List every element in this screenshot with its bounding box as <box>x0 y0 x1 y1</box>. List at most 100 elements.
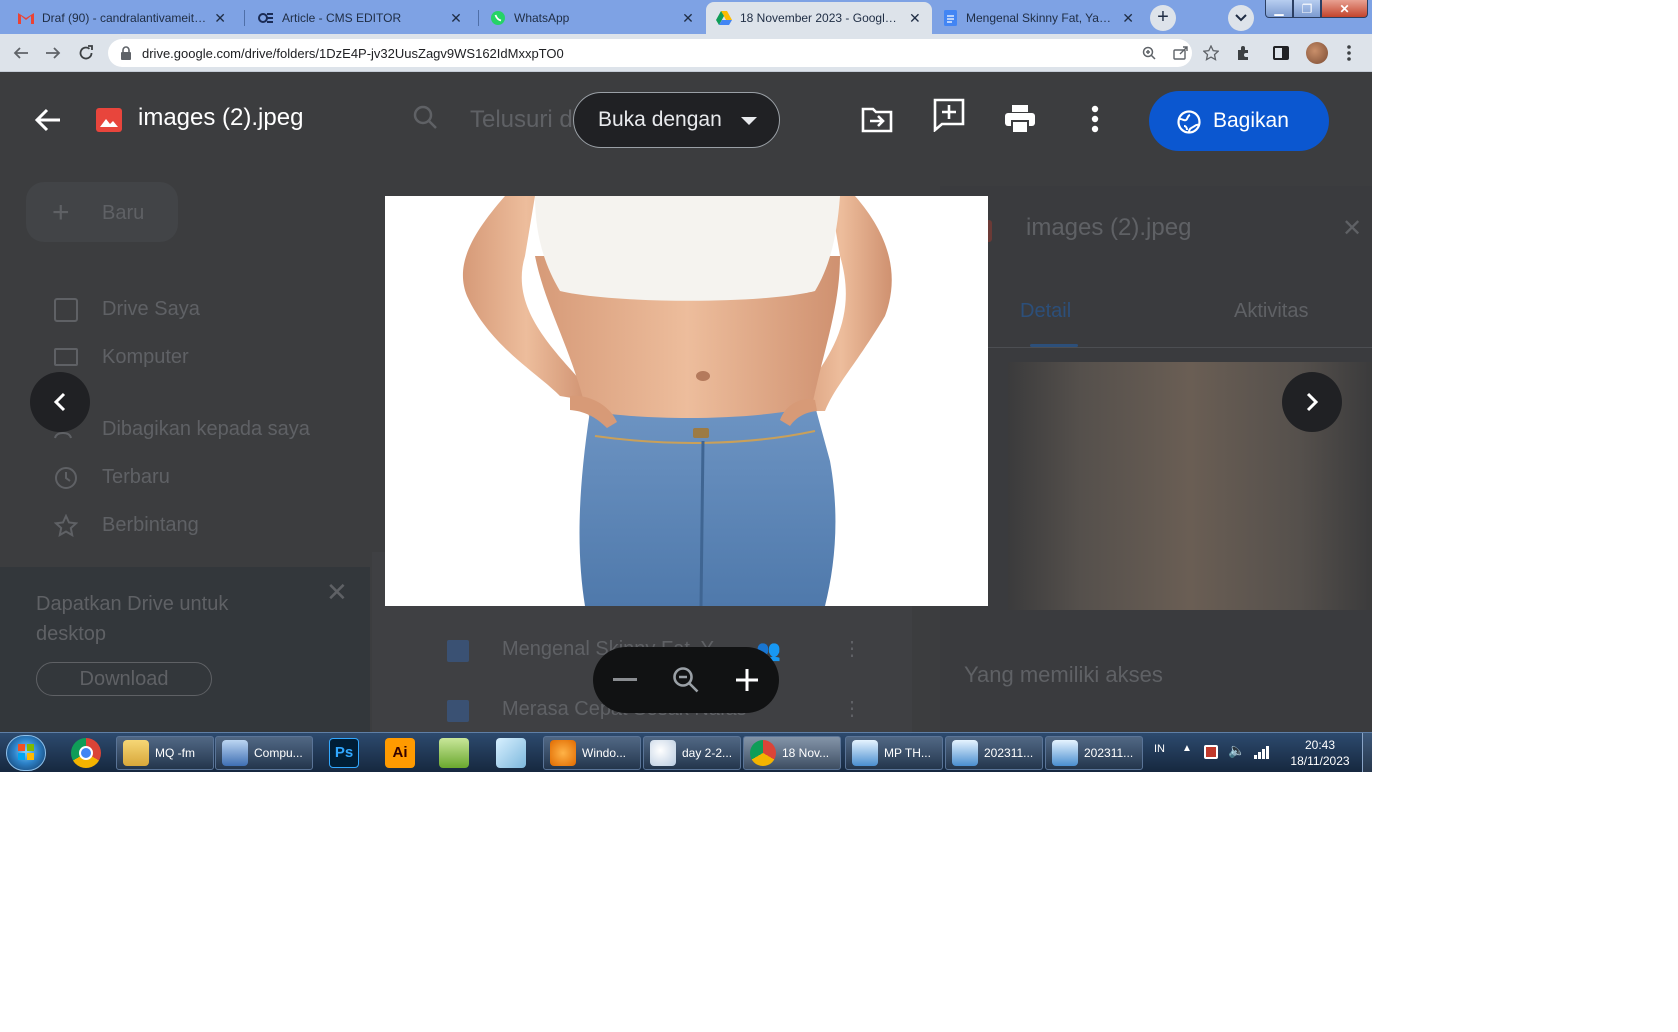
taskbar-button-explorer[interactable]: MQ -fm <box>116 736 214 770</box>
share-page-icon[interactable] <box>1173 45 1189 61</box>
system-clock[interactable]: 20:43 18/11/2023 <box>1280 737 1360 769</box>
move-to-folder-button[interactable] <box>860 102 894 136</box>
whatsapp-icon <box>490 10 506 26</box>
next-file-button[interactable] <box>1282 372 1342 432</box>
taskbar-button-photo-viewer[interactable]: 202311... <box>1045 736 1143 770</box>
start-button[interactable] <box>6 735 46 771</box>
tray-expand-icon[interactable]: ▲ <box>1182 743 1192 754</box>
preview-image <box>385 196 988 606</box>
tab-title: Article - CMS EDITOR <box>282 11 402 25</box>
chevron-right-icon <box>1306 392 1319 412</box>
close-icon[interactable]: ✕ <box>214 10 226 27</box>
taskbar-label: 202311... <box>1084 746 1134 760</box>
tab-google-docs[interactable]: Mengenal Skinny Fat, Yang Dapat Terjadi … <box>932 2 1144 34</box>
plus-icon <box>736 669 758 691</box>
nav-computers: Komputer <box>102 346 189 368</box>
tab-gmail[interactable]: Draf (90) - candralantivameitika@gmail.c… <box>8 2 236 34</box>
windows-logo-icon <box>18 744 34 760</box>
word-file-icon <box>447 640 469 662</box>
image-viewer-icon <box>852 740 878 766</box>
computer-icon <box>222 740 248 766</box>
nav-recent: Terbaru <box>102 466 170 488</box>
restore-icon: ❐ <box>1301 1 1313 16</box>
address-bar[interactable]: drive.google.com/drive/folders/1DzE4P-jv… <box>108 39 1219 67</box>
browser-tab-strip: Draf (90) - candralantivameitika@gmail.c… <box>0 0 1372 34</box>
add-comment-icon <box>933 98 965 132</box>
zoom-in-button[interactable] <box>731 664 763 696</box>
profile-avatar[interactable] <box>1306 42 1328 64</box>
promo-download-button: Download <box>36 662 212 696</box>
window-maximize-button[interactable]: ❐ <box>1293 0 1321 18</box>
chevron-left-icon <box>53 392 66 412</box>
show-desktop-button[interactable] <box>1362 733 1372 772</box>
window-minimize-button[interactable]: ▁ <box>1265 0 1293 18</box>
signal-bars-icon[interactable] <box>1254 745 1270 764</box>
new-tab-button[interactable]: + <box>1150 5 1176 31</box>
tab-google-drive[interactable]: 18 November 2023 - Google Drive ✕ <box>706 2 932 34</box>
zoom-out-button[interactable] <box>609 664 641 696</box>
tab-separator <box>478 10 479 26</box>
windows-taskbar: MQ -fm Compu... Ps Ai Windo... day 2-2..… <box>0 732 1372 772</box>
window-close-button[interactable]: ✕ <box>1321 0 1368 18</box>
folder-move-icon <box>861 107 893 133</box>
close-icon: ✕ <box>326 577 348 607</box>
side-panel-icon[interactable] <box>1272 44 1290 62</box>
browser-menu-icon[interactable] <box>1340 44 1358 62</box>
taskbar-button-photo-viewer[interactable]: MP TH... <box>845 736 943 770</box>
add-comment-button[interactable] <box>932 98 966 132</box>
print-icon <box>1005 105 1035 134</box>
green-app-icon[interactable] <box>439 738 469 768</box>
my-drive-icon <box>54 298 78 322</box>
close-icon[interactable]: ✕ <box>1122 10 1134 27</box>
tab-title: Mengenal Skinny Fat, Yang Dapat Terjadi <box>966 11 1116 25</box>
volume-icon[interactable]: 🔈 <box>1228 742 1245 759</box>
close-icon[interactable]: ✕ <box>680 10 696 27</box>
image-viewer-icon <box>952 740 978 766</box>
reload-button[interactable] <box>75 42 97 64</box>
close-icon: ✕ <box>1339 1 1350 16</box>
taskbar-button-media-player[interactable]: Windo... <box>543 736 641 770</box>
taskbar-button-computer[interactable]: Compu... <box>215 736 313 770</box>
arrow-left-icon <box>34 108 60 132</box>
close-icon[interactable]: ✕ <box>908 10 922 27</box>
share-button[interactable]: Bagikan <box>1149 91 1329 151</box>
more-actions-button[interactable] <box>1078 102 1112 136</box>
arrow-left-icon <box>13 47 28 59</box>
tab-separator <box>244 10 245 26</box>
tab-whatsapp[interactable]: WhatsApp ✕ <box>480 2 706 34</box>
photoshop-icon[interactable]: Ps <box>329 738 359 768</box>
desktop-promo-card: Dapatkan Drive untuk desktop ✕ <box>0 567 370 732</box>
extensions-puzzle-icon[interactable] <box>1235 44 1253 62</box>
zoom-reset-button[interactable] <box>670 664 702 696</box>
arrow-right-icon <box>46 47 61 59</box>
viewer-back-button[interactable] <box>34 106 62 134</box>
image-file-icon <box>96 108 122 132</box>
forward-button[interactable] <box>42 42 64 64</box>
drive-new-button: + Baru <box>26 182 178 242</box>
print-button[interactable] <box>1003 102 1037 136</box>
illustrator-icon[interactable]: Ai <box>385 738 415 768</box>
previous-file-button[interactable] <box>30 372 90 432</box>
taskbar-button-chrome[interactable]: 18 Nov... <box>743 736 841 770</box>
divider <box>940 347 1372 348</box>
open-with-dropdown[interactable]: Buka dengan <box>573 92 780 148</box>
close-icon[interactable]: ✕ <box>448 10 464 27</box>
more-vert-icon <box>1091 105 1099 133</box>
taskbar-button-paint[interactable]: day 2-2... <box>643 736 741 770</box>
tab-cms-editor[interactable]: Article - CMS EDITOR ✕ <box>248 2 474 34</box>
caret-down-icon <box>741 117 757 125</box>
back-button[interactable] <box>10 42 32 64</box>
zoom-icon[interactable] <box>1141 45 1157 61</box>
star-icon <box>53 513 79 538</box>
notes-app-icon[interactable] <box>496 738 526 768</box>
network-warning-icon[interactable] <box>1204 745 1218 759</box>
image-viewer-icon <box>1052 740 1078 766</box>
chrome-icon[interactable] <box>71 738 101 768</box>
screen: Draf (90) - candralantivameitika@gmail.c… <box>0 0 1372 772</box>
language-indicator[interactable]: IN <box>1154 743 1165 755</box>
bookmark-star-icon[interactable] <box>1203 45 1219 61</box>
viewer-header: images (2).jpeg Buka dengan Bagikan <box>0 72 1372 168</box>
taskbar-button-photo-viewer[interactable]: 202311... <box>945 736 1043 770</box>
zoom-controls <box>593 647 779 713</box>
tab-search-button[interactable] <box>1228 5 1254 31</box>
